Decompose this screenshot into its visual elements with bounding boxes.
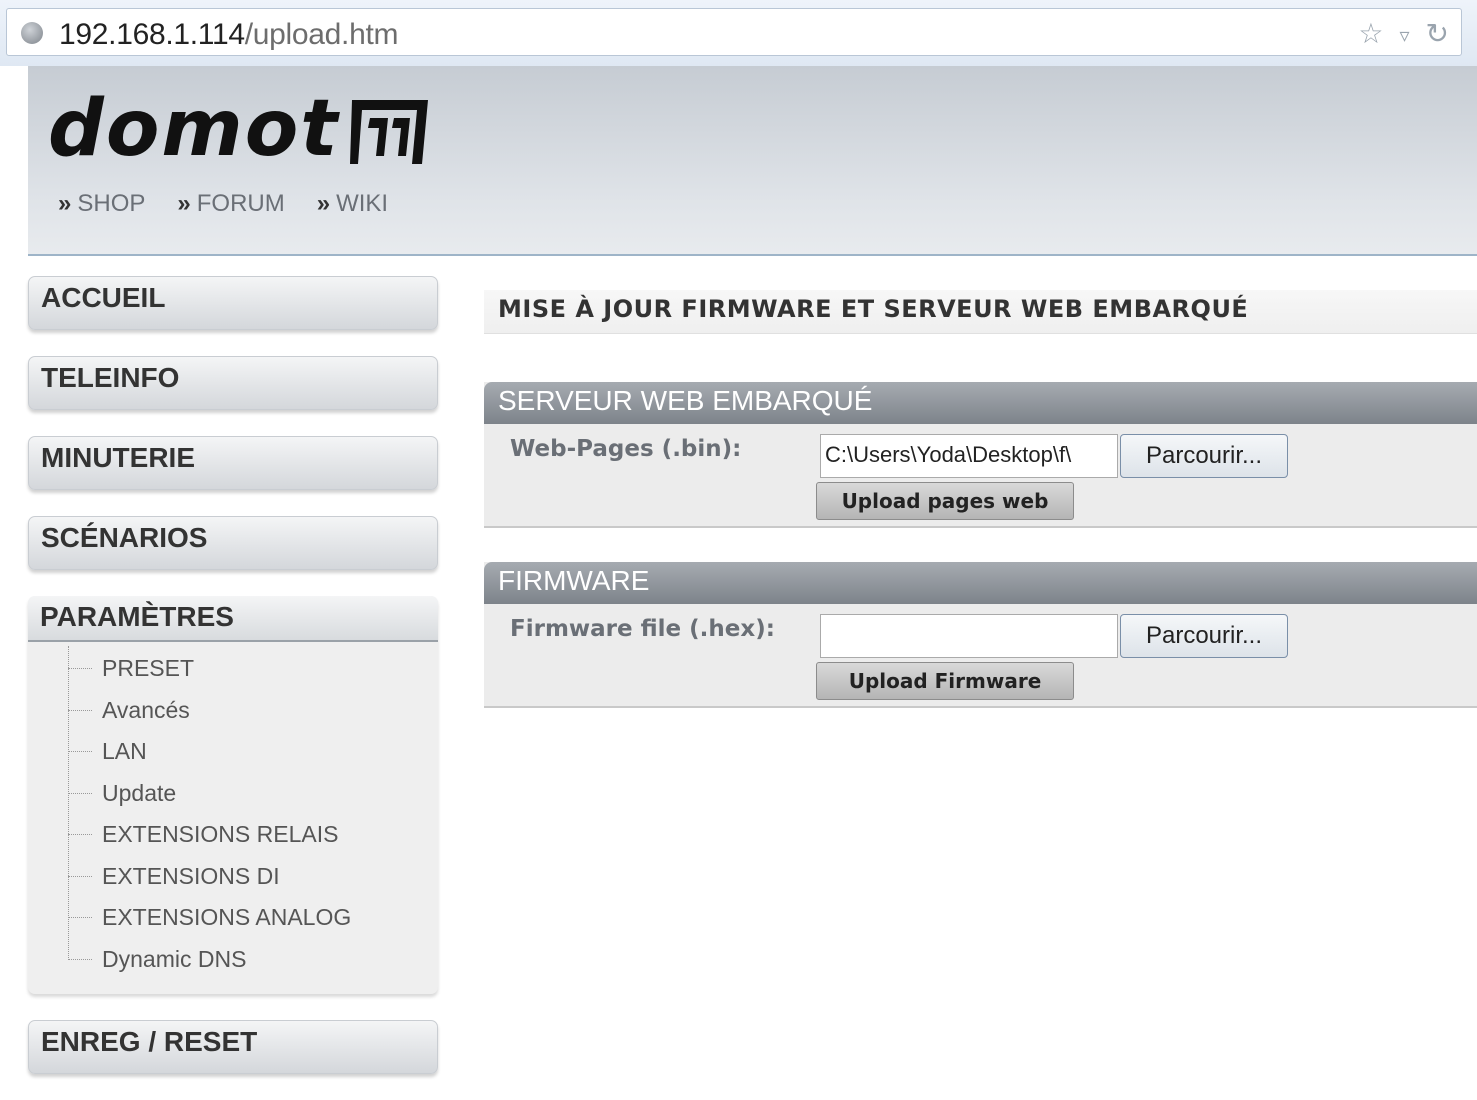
- firmware-field-label: Firmware file (.hex):: [510, 616, 775, 642]
- tree-connector: [68, 709, 92, 711]
- parametres-submenu: PRESET Avancés LAN Update EXTENSIONS REL…: [28, 642, 438, 994]
- submenu-item-extensions-analog[interactable]: EXTENSIONS ANALOG: [68, 897, 438, 939]
- tree-connector: [68, 875, 92, 877]
- webpages-browse-button[interactable]: Parcourir...: [1120, 434, 1288, 478]
- url-text[interactable]: 192.168.1.114/upload.htm: [59, 18, 399, 52]
- webpages-field-label: Web-Pages (.bin):: [510, 436, 742, 462]
- wiki-link-label: WIKI: [336, 190, 389, 217]
- logo-text: domot: [48, 84, 340, 174]
- double-chevron-icon: »: [58, 190, 72, 217]
- tree-connector: [68, 668, 92, 670]
- firmware-file-input[interactable]: [820, 614, 1118, 658]
- tree-connector: [68, 792, 92, 794]
- webserver-panel-heading: SERVEUR WEB EMBARQUÉ: [484, 382, 1477, 424]
- tree-line: [68, 646, 69, 958]
- submenu-item-label: Dynamic DNS: [102, 945, 247, 972]
- address-bar[interactable]: 192.168.1.114/upload.htm ☆ ▿ ↻: [6, 8, 1462, 56]
- url-path: /upload.htm: [244, 18, 399, 51]
- sidebar-item-enreg-reset[interactable]: ENREG / RESET: [28, 1020, 438, 1074]
- forum-link[interactable]: » FORUM: [177, 190, 284, 218]
- upload-webpages-button[interactable]: Upload pages web: [816, 482, 1074, 520]
- submenu-item-dynamic-dns[interactable]: Dynamic DNS: [68, 939, 438, 981]
- webpages-file-input[interactable]: C:\Users\Yoda\Desktop\f\: [820, 434, 1118, 478]
- submenu-item-label: EXTENSIONS RELAIS: [102, 821, 339, 848]
- submenu-item-lan[interactable]: LAN: [68, 731, 438, 773]
- url-host: 192.168.1.114: [59, 18, 245, 51]
- double-chevron-icon: »: [316, 190, 331, 217]
- sidebar-parametres-group: PARAMÈTRES PRESET Avancés LAN Update EXT…: [28, 596, 438, 994]
- shop-link-label: SHOP: [77, 190, 146, 217]
- tree-connector: [68, 834, 92, 836]
- firmware-upload-row: Firmware file (.hex): Parcourir... Uploa…: [484, 604, 1477, 706]
- submenu-item-label: EXTENSIONS ANALOG: [102, 904, 352, 931]
- sidebar-item-accueil[interactable]: ACCUEIL: [28, 276, 438, 330]
- site-header: domot » SHOP » FORUM » WIKI: [28, 66, 1477, 256]
- star-icon[interactable]: ☆: [1358, 17, 1383, 50]
- sidebar-item-parametres[interactable]: PARAMÈTRES: [28, 596, 438, 642]
- webserver-upload-row: Web-Pages (.bin): C:\Users\Yoda\Desktop\…: [484, 424, 1477, 526]
- submenu-item-label: Update: [102, 779, 177, 806]
- webserver-panel: SERVEUR WEB EMBARQUÉ Web-Pages (.bin): C…: [484, 382, 1477, 528]
- forum-link-label: FORUM: [196, 190, 285, 217]
- submenu-item-label: PRESET: [102, 655, 195, 682]
- submenu-item-label: Avancés: [102, 696, 190, 723]
- shop-link[interactable]: » SHOP: [58, 190, 145, 218]
- reload-icon[interactable]: ↻: [1426, 17, 1449, 50]
- globe-icon: [21, 22, 43, 44]
- submenu-item-avances[interactable]: Avancés: [68, 690, 438, 732]
- submenu-item-preset[interactable]: PRESET: [68, 648, 438, 690]
- upload-firmware-button[interactable]: Upload Firmware: [816, 662, 1074, 700]
- address-bar-icons: ☆ ▿ ↻: [1358, 17, 1449, 50]
- wiki-link[interactable]: » WIKI: [317, 190, 388, 218]
- dropdown-icon[interactable]: ▿: [1399, 17, 1409, 50]
- sidebar-nav: ACCUEIL TELEINFO MINUTERIE SCÉNARIOS PAR…: [28, 276, 438, 1100]
- submenu-item-extensions-relais[interactable]: EXTENSIONS RELAIS: [68, 814, 438, 856]
- double-chevron-icon: »: [177, 190, 191, 217]
- firmware-browse-button[interactable]: Parcourir...: [1120, 614, 1288, 658]
- sidebar-item-scenarios[interactable]: SCÉNARIOS: [28, 516, 438, 570]
- tree-connector: [68, 751, 92, 753]
- submenu-item-label: LAN: [102, 738, 147, 765]
- submenu-item-label: EXTENSIONS DI: [102, 862, 280, 889]
- submenu-item-update[interactable]: Update: [68, 773, 438, 815]
- tree-connector: [68, 958, 92, 960]
- sidebar-item-minuterie[interactable]: MINUTERIE: [28, 436, 438, 490]
- sidebar-item-teleinfo[interactable]: TELEINFO: [28, 356, 438, 410]
- browser-toolbar: 192.168.1.114/upload.htm ☆ ▿ ↻: [0, 0, 1477, 66]
- top-links: » SHOP » FORUM » WIKI: [58, 190, 388, 218]
- page-title: MISE À JOUR FIRMWARE ET SERVEUR WEB EMBA…: [484, 290, 1477, 334]
- firmware-panel-heading: FIRMWARE: [484, 562, 1477, 604]
- firmware-panel: FIRMWARE Firmware file (.hex): Parcourir…: [484, 562, 1477, 708]
- submenu-item-extensions-di[interactable]: EXTENSIONS DI: [68, 856, 438, 898]
- logo-mark-icon: [350, 100, 428, 164]
- tree-connector: [68, 917, 92, 919]
